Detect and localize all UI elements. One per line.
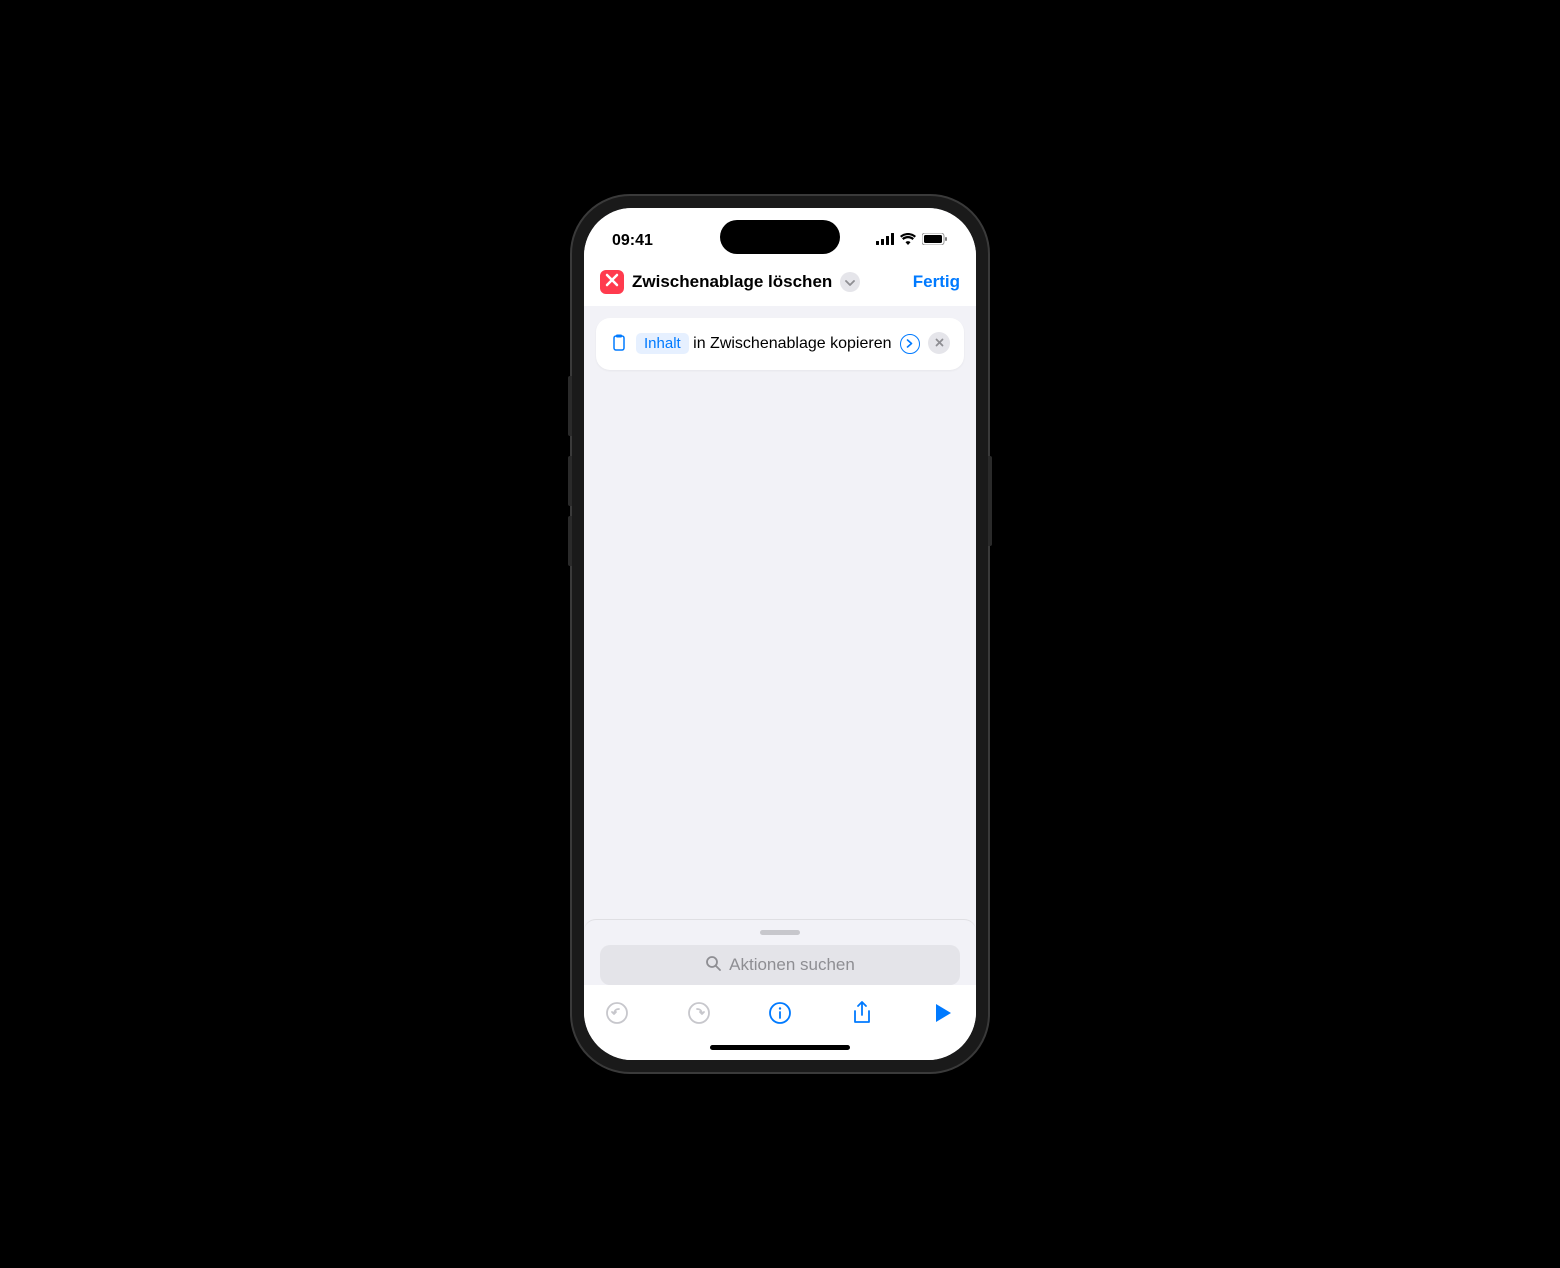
actions-drawer[interactable]: Aktionen suchen [584, 919, 976, 985]
redo-icon [687, 1001, 711, 1028]
cellular-icon [876, 232, 894, 250]
run-button[interactable] [928, 999, 958, 1029]
search-actions-input[interactable]: Aktionen suchen [600, 945, 960, 985]
share-button[interactable] [847, 999, 877, 1029]
status-time: 09:41 [612, 232, 653, 250]
search-placeholder: Aktionen suchen [729, 955, 855, 975]
info-button[interactable] [765, 999, 795, 1029]
workflow-canvas[interactable]: Inhalt in Zwischenablage kopieren [584, 306, 976, 919]
search-icon [705, 955, 721, 976]
undo-button[interactable] [602, 999, 632, 1029]
home-indicator-area [584, 1039, 976, 1060]
shortcut-title[interactable]: Zwischenablage löschen [632, 272, 832, 292]
share-icon [851, 1000, 873, 1029]
clipboard-icon [610, 334, 628, 352]
action-disclosure-button[interactable] [900, 334, 920, 354]
bottom-toolbar [584, 985, 976, 1039]
content-parameter-token[interactable]: Inhalt [636, 333, 689, 354]
redo-button[interactable] [684, 999, 714, 1029]
home-indicator[interactable] [710, 1045, 850, 1050]
title-menu-button[interactable] [840, 272, 860, 292]
chevron-right-icon [906, 332, 913, 356]
phone-device-frame: 09:41 Zwischenablage löschen [570, 194, 990, 1074]
dynamic-island [720, 220, 840, 254]
phone-screen: 09:41 Zwischenablage löschen [584, 208, 976, 1060]
status-indicators [876, 232, 948, 250]
close-x-icon [605, 273, 619, 292]
info-icon [768, 1001, 792, 1028]
drawer-grabber[interactable] [760, 930, 800, 935]
done-button[interactable]: Fertig [913, 272, 960, 292]
action-text: Inhalt in Zwischenablage kopieren [636, 332, 920, 356]
play-icon [934, 1003, 952, 1026]
chevron-down-icon [845, 273, 855, 291]
navigation-header: Zwischenablage löschen Fertig [584, 262, 976, 306]
shortcut-icon-badge[interactable] [600, 270, 624, 294]
wifi-icon [900, 232, 916, 250]
x-icon [935, 334, 944, 352]
undo-icon [605, 1001, 629, 1028]
action-text-suffix: in Zwischenablage kopieren [689, 335, 896, 352]
battery-icon [922, 232, 948, 250]
delete-action-button[interactable] [928, 332, 950, 354]
action-card-copy-clipboard[interactable]: Inhalt in Zwischenablage kopieren [596, 318, 964, 370]
